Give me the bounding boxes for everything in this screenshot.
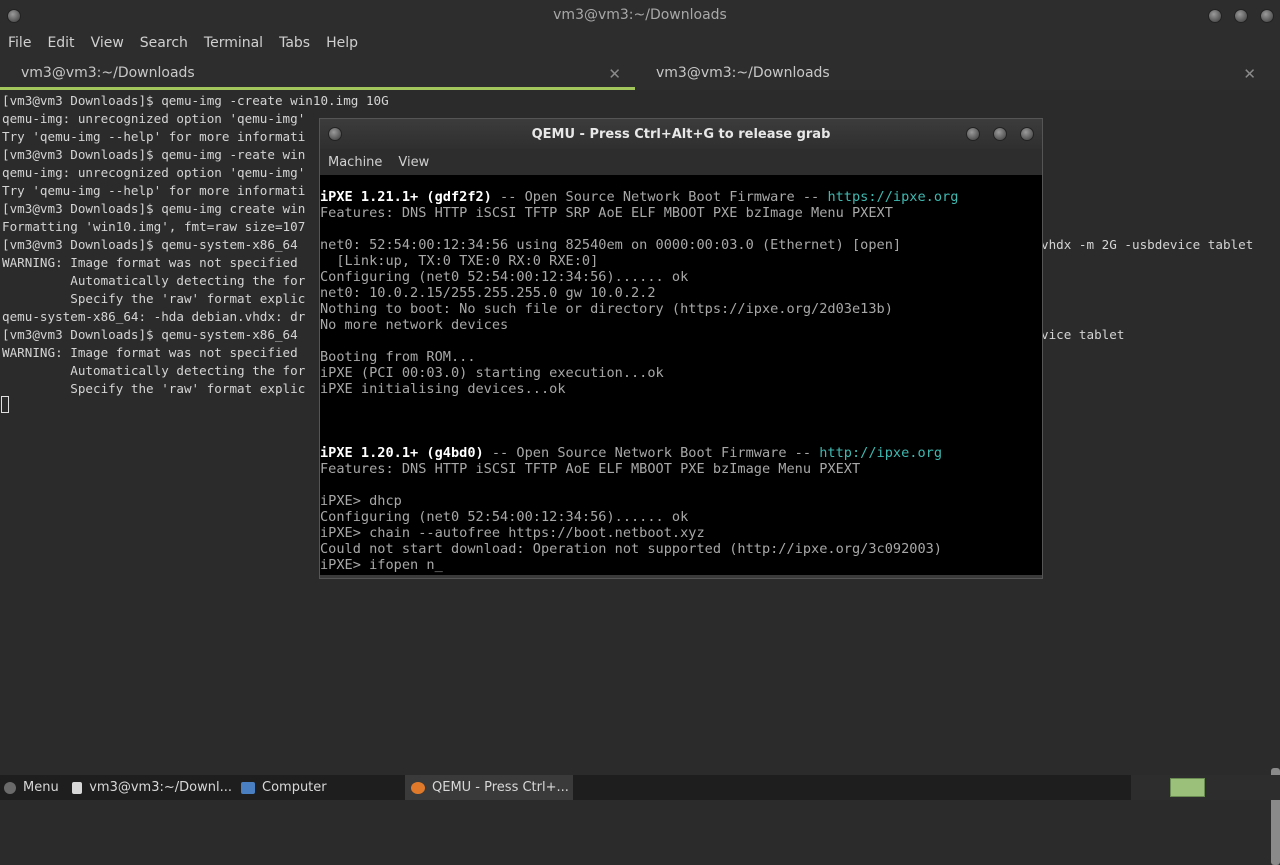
console-line: Could not start download: Operation not … (320, 541, 942, 557)
terminal-line: Automatically detecting the for (2, 273, 306, 288)
terminal-line: [vm3@vm3 Downloads]$ qemu-system-x86_64 (2, 237, 298, 252)
terminal-line-fragment: vhdx -m 2G -usbdevice tablet (1041, 237, 1254, 252)
console-bold-text: iPXE 1.21.1+ (gdf2f2) (320, 189, 492, 205)
console-line: iPXE 1.20.1+ (g4bd0) -- Open Source Netw… (320, 445, 942, 461)
workspace-switcher[interactable] (1131, 775, 1280, 800)
menu-terminal[interactable]: Terminal (196, 35, 271, 51)
minimize-icon[interactable] (966, 127, 980, 141)
workspace-1[interactable] (1170, 778, 1205, 797)
taskbar-item-label: Computer (262, 780, 327, 795)
console-link: https://ipxe.org (827, 189, 959, 205)
qemu-console[interactable]: iPXE 1.21.1+ (gdf2f2) -- Open Source Net… (320, 175, 1042, 575)
console-line: iPXE 1.21.1+ (gdf2f2) -- Open Source Net… (320, 189, 958, 205)
terminal-line: Try 'qemu-img --help' for more informati (2, 183, 306, 198)
tab-label: vm3@vm3:~/Downloads (656, 65, 830, 81)
console-line: Booting from ROM... (320, 349, 476, 365)
terminal-line: [vm3@vm3 Downloads]$ qemu-system-x86_64 (2, 327, 298, 342)
menu-view[interactable]: View (390, 155, 437, 170)
close-icon[interactable] (1260, 9, 1274, 23)
tab-2[interactable]: vm3@vm3:~/Downloads ✕ (635, 56, 1270, 90)
console-line: iPXE (PCI 00:03.0) starting execution...… (320, 365, 664, 381)
qemu-window[interactable]: QEMU - Press Ctrl+Alt+G to release grab … (319, 118, 1043, 579)
terminal-line: Try 'qemu-img --help' for more informati (2, 129, 306, 144)
window-menu-icon[interactable] (328, 127, 342, 141)
console-line: iPXE initialising devices...ok (320, 381, 566, 397)
menu-tabs[interactable]: Tabs (271, 35, 318, 51)
console-line: Configuring (net0 52:54:00:12:34:56)....… (320, 509, 689, 525)
menu-file[interactable]: File (0, 35, 39, 51)
terminal-line: [vm3@vm3 Downloads]$ qemu-img -reate win (2, 147, 306, 162)
taskbar-item-label: vm3@vm3:~/Downl... (89, 780, 232, 795)
close-icon[interactable] (1020, 127, 1034, 141)
terminal-icon (72, 781, 83, 794)
terminal-menubar: File Edit View Search Terminal Tabs Help (0, 30, 1280, 56)
menu-help[interactable]: Help (318, 35, 366, 51)
taskbar-item-qemu[interactable]: QEMU - Press Ctrl+... (405, 775, 573, 800)
maximize-icon[interactable] (993, 127, 1007, 141)
console-line: net0: 52:54:00:12:34:56 using 82540em on… (320, 237, 902, 253)
menu-edit[interactable]: Edit (39, 35, 82, 51)
terminal-line-fragment: vice tablet (1041, 327, 1125, 342)
terminal-line: Specify the 'raw' format explic (2, 381, 306, 396)
terminal-line: Specify the 'raw' format explic (2, 291, 306, 306)
qemu-bottom-edge (320, 575, 1042, 578)
tab-1[interactable]: vm3@vm3:~/Downloads ✕ (0, 56, 635, 90)
terminal-cursor (1, 396, 9, 413)
tab-close-icon[interactable]: ✕ (1243, 65, 1256, 83)
menu-view[interactable]: View (83, 35, 132, 51)
window-menu-icon[interactable] (7, 9, 21, 23)
console-line: iPXE> chain --autofree https://boot.netb… (320, 525, 705, 541)
terminal-line: [vm3@vm3 Downloads]$ qemu-img create win (2, 201, 306, 216)
console-line: [Link:up, TX:0 TXE:0 RX:0 RXE:0] (320, 253, 599, 269)
qemu-title: QEMU - Press Ctrl+Alt+G to release grab (531, 126, 831, 142)
console-bold-text: iPXE 1.20.1+ (g4bd0) (320, 445, 484, 461)
console-line: Configuring (net0 52:54:00:12:34:56)....… (320, 269, 689, 285)
terminal-line: qemu-system-x86_64: -hda debian.vhdx: dr (2, 309, 306, 324)
minimize-icon[interactable] (1208, 9, 1222, 23)
console-text: -- Open Source Network Boot Firmware -- (483, 445, 820, 461)
tab-label: vm3@vm3:~/Downloads (21, 65, 195, 81)
qemu-icon (411, 781, 425, 794)
terminal-line: qemu-img: unrecognized option 'qemu-img' (2, 165, 306, 180)
terminal-line: qemu-img: unrecognized option 'qemu-img' (2, 111, 306, 126)
console-line: Features: DNS HTTP iSCSI TFTP SRP AoE EL… (320, 205, 893, 221)
computer-icon (241, 781, 255, 794)
taskbar-item-terminal[interactable]: vm3@vm3:~/Downl... (72, 775, 232, 800)
menu-button[interactable]: Menu (4, 775, 59, 800)
console-line: net0: 10.0.2.15/255.255.255.0 gw 10.0.2.… (320, 285, 656, 301)
terminal-title: vm3@vm3:~/Downloads (553, 7, 727, 23)
terminal-titlebar[interactable]: vm3@vm3:~/Downloads (0, 0, 1280, 30)
console-link: http://ipxe.org (819, 445, 943, 461)
console-text: -- Open Source Network Boot Firmware -- (491, 189, 828, 205)
menu-label: Menu (23, 780, 59, 795)
taskbar-item-label: QEMU - Press Ctrl+... (432, 780, 569, 795)
taskbar-item-computer[interactable]: Computer (241, 775, 391, 800)
console-line: No more network devices (320, 317, 509, 333)
terminal-line: Formatting 'win10.img', fmt=raw size=107 (2, 219, 306, 234)
qemu-menubar: Machine View (320, 149, 1042, 175)
console-line: iPXE> ifopen n_ (320, 557, 443, 573)
maximize-icon[interactable] (1234, 9, 1248, 23)
terminal-line: WARNING: Image format was not specified (2, 345, 298, 360)
menu-icon (4, 781, 16, 794)
console-line: Nothing to boot: No such file or directo… (320, 301, 893, 317)
terminal-line: WARNING: Image format was not specified (2, 255, 298, 270)
menu-machine[interactable]: Machine (320, 155, 390, 170)
tab-close-icon[interactable]: ✕ (608, 65, 621, 83)
terminal-line: Automatically detecting the for (2, 363, 306, 378)
qemu-titlebar[interactable]: QEMU - Press Ctrl+Alt+G to release grab (320, 119, 1042, 149)
console-line: Features: DNS HTTP iSCSI TFTP AoE ELF MB… (320, 461, 861, 477)
terminal-line: [vm3@vm3 Downloads]$ qemu-img -create wi… (2, 93, 389, 108)
taskbar: Menu vm3@vm3:~/Downl... Computer QEMU - … (0, 775, 1280, 800)
menu-search[interactable]: Search (132, 35, 196, 51)
terminal-tabbar: vm3@vm3:~/Downloads ✕ vm3@vm3:~/Download… (0, 56, 1280, 90)
console-line: iPXE> dhcp (320, 493, 402, 509)
